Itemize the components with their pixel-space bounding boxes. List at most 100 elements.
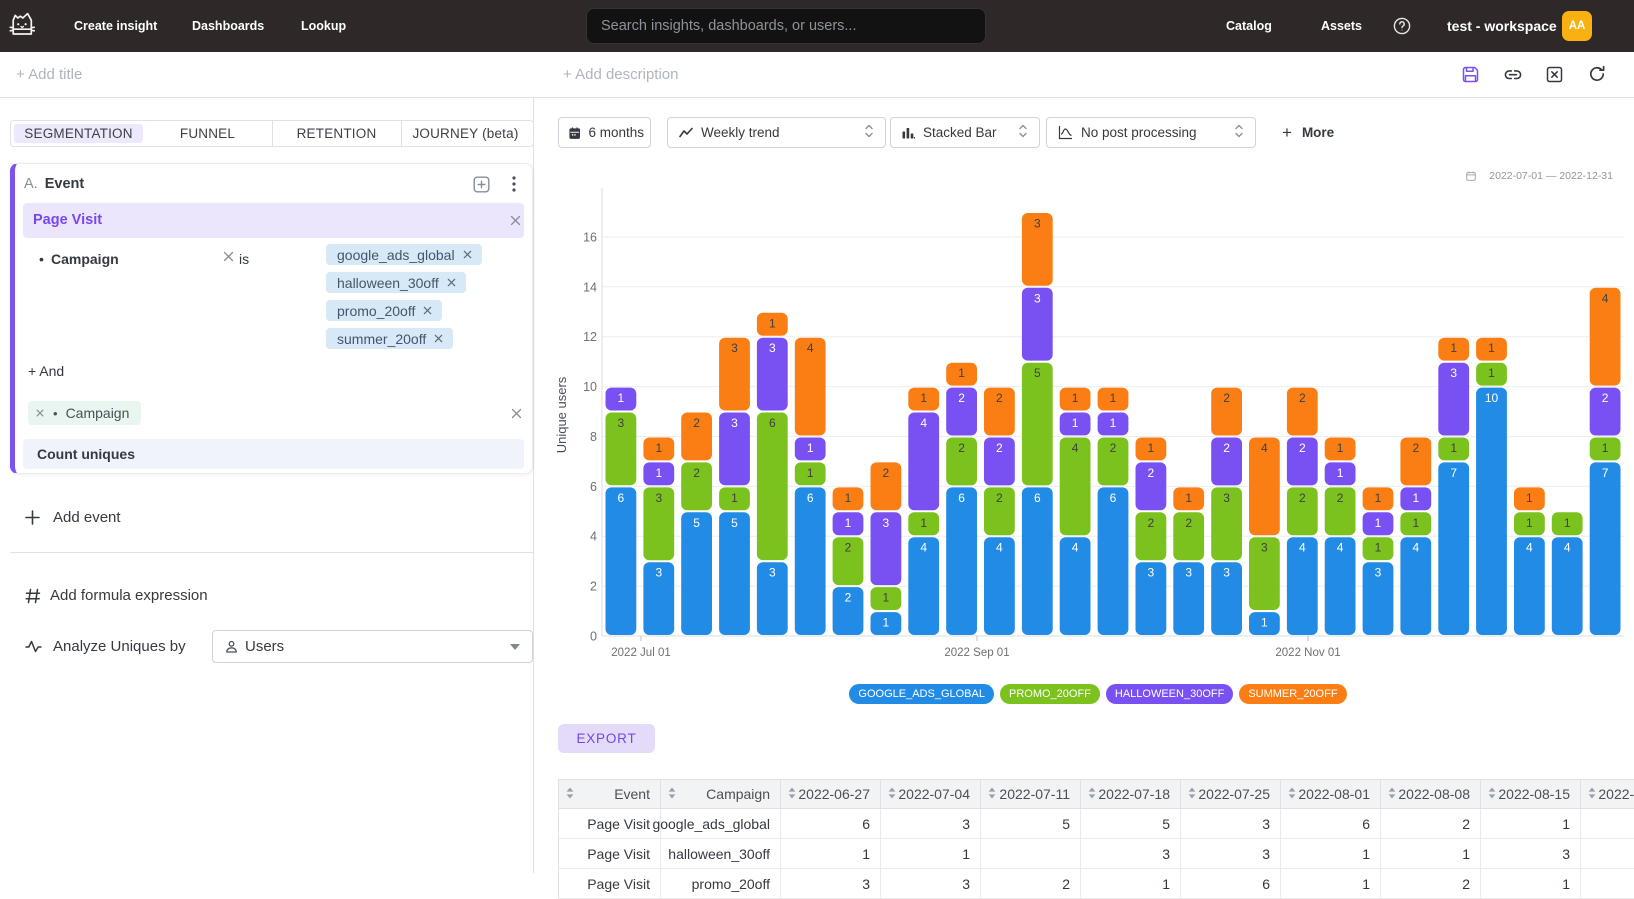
svg-text:4: 4: [1526, 541, 1533, 555]
svg-text:4: 4: [920, 541, 927, 555]
svg-text:3: 3: [655, 566, 662, 580]
svg-text:2: 2: [883, 466, 890, 480]
svg-text:2: 2: [590, 580, 597, 594]
svg-text:1: 1: [883, 591, 890, 605]
svg-text:4: 4: [1337, 541, 1344, 555]
svg-text:2: 2: [1299, 441, 1306, 455]
svg-text:1: 1: [1488, 341, 1495, 355]
svg-text:6: 6: [958, 491, 965, 505]
svg-text:1: 1: [655, 466, 662, 480]
svg-text:2: 2: [1412, 441, 1419, 455]
svg-text:3: 3: [731, 416, 738, 430]
svg-text:1: 1: [1450, 341, 1457, 355]
svg-text:1: 1: [1526, 491, 1533, 505]
svg-text:3: 3: [1034, 291, 1041, 305]
svg-text:3: 3: [1261, 541, 1268, 555]
svg-text:4: 4: [1299, 541, 1306, 555]
svg-text:1: 1: [920, 516, 927, 530]
svg-text:1: 1: [1450, 441, 1457, 455]
svg-text:6: 6: [1034, 491, 1041, 505]
svg-text:2: 2: [1337, 491, 1344, 505]
svg-text:2: 2: [1602, 391, 1609, 405]
svg-text:3: 3: [1375, 566, 1382, 580]
svg-text:4: 4: [1072, 441, 1079, 455]
svg-text:1: 1: [1412, 491, 1419, 505]
svg-text:16: 16: [583, 231, 597, 245]
svg-text:1: 1: [958, 366, 965, 380]
svg-text:14: 14: [583, 280, 597, 294]
svg-text:1: 1: [1602, 441, 1609, 455]
svg-text:5: 5: [731, 516, 738, 530]
svg-text:1: 1: [807, 441, 814, 455]
svg-text:3: 3: [1034, 217, 1041, 231]
svg-text:2: 2: [1148, 466, 1155, 480]
svg-text:2: 2: [1148, 516, 1155, 530]
svg-text:1: 1: [1072, 391, 1079, 405]
svg-text:1: 1: [1110, 416, 1117, 430]
svg-text:2: 2: [958, 391, 965, 405]
svg-text:1: 1: [1375, 516, 1382, 530]
svg-text:7: 7: [1450, 466, 1457, 480]
svg-text:2: 2: [693, 466, 700, 480]
svg-text:2022 Nov 01: 2022 Nov 01: [1275, 647, 1340, 659]
svg-text:3: 3: [883, 516, 890, 530]
svg-text:10: 10: [583, 380, 597, 394]
svg-text:1: 1: [845, 491, 852, 505]
svg-text:2: 2: [693, 416, 700, 430]
svg-text:5: 5: [1034, 366, 1041, 380]
svg-text:1: 1: [618, 391, 625, 405]
svg-text:1: 1: [1110, 391, 1117, 405]
svg-text:1: 1: [1337, 441, 1344, 455]
svg-text:1: 1: [1072, 416, 1079, 430]
svg-text:4: 4: [1412, 541, 1419, 555]
svg-text:3: 3: [618, 416, 625, 430]
svg-text:5: 5: [693, 516, 700, 530]
svg-text:0: 0: [590, 630, 597, 644]
svg-text:8: 8: [590, 430, 597, 444]
svg-text:1: 1: [1261, 616, 1268, 630]
svg-text:Unique users: Unique users: [554, 376, 569, 453]
svg-text:2: 2: [845, 591, 852, 605]
svg-text:3: 3: [769, 566, 776, 580]
svg-text:2022 Sep 01: 2022 Sep 01: [944, 647, 1009, 659]
svg-text:1: 1: [883, 616, 890, 630]
svg-text:2: 2: [996, 491, 1003, 505]
svg-text:10: 10: [1485, 391, 1499, 405]
svg-text:1: 1: [1412, 516, 1419, 530]
svg-text:3: 3: [1148, 566, 1155, 580]
svg-text:2: 2: [1223, 441, 1230, 455]
svg-text:1: 1: [1185, 491, 1192, 505]
svg-text:4: 4: [1602, 291, 1609, 305]
svg-text:1: 1: [1526, 516, 1533, 530]
svg-text:7: 7: [1602, 466, 1609, 480]
svg-text:2: 2: [996, 441, 1003, 455]
svg-text:2: 2: [958, 441, 965, 455]
svg-text:2: 2: [1299, 391, 1306, 405]
svg-text:2: 2: [1185, 516, 1192, 530]
svg-text:2: 2: [996, 391, 1003, 405]
svg-text:2: 2: [1223, 391, 1230, 405]
svg-text:2022 Jul 01: 2022 Jul 01: [611, 647, 670, 659]
svg-text:2: 2: [845, 541, 852, 555]
svg-text:1: 1: [845, 516, 852, 530]
svg-text:2: 2: [1110, 441, 1117, 455]
svg-text:4: 4: [1564, 541, 1571, 555]
svg-text:3: 3: [1223, 566, 1230, 580]
svg-text:4: 4: [1261, 441, 1268, 455]
svg-text:1: 1: [655, 441, 662, 455]
svg-text:6: 6: [769, 416, 776, 430]
svg-text:1: 1: [1148, 441, 1155, 455]
svg-text:3: 3: [731, 341, 738, 355]
svg-text:2: 2: [1299, 491, 1306, 505]
svg-text:4: 4: [1072, 541, 1079, 555]
svg-text:3: 3: [655, 491, 662, 505]
svg-text:6: 6: [1110, 491, 1117, 505]
svg-text:1: 1: [1488, 366, 1495, 380]
svg-text:1: 1: [920, 391, 927, 405]
svg-text:1: 1: [1375, 541, 1382, 555]
svg-text:1: 1: [1375, 491, 1382, 505]
svg-text:4: 4: [996, 541, 1003, 555]
svg-text:6: 6: [807, 491, 814, 505]
svg-text:4: 4: [807, 341, 814, 355]
svg-text:4: 4: [920, 416, 927, 430]
